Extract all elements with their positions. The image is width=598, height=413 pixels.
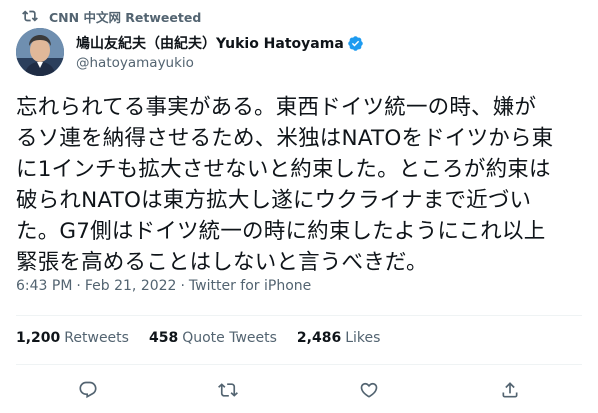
- tweet-line: 破られNATOは東方拡大し遂にウクライナまで近づい: [16, 188, 532, 213]
- tweet-date[interactable]: Feb 21, 2022: [85, 278, 177, 294]
- tweet-source[interactable]: Twitter for iPhone: [189, 278, 311, 294]
- divider: [16, 315, 582, 316]
- like-icon: [360, 382, 378, 398]
- retweets-stat[interactable]: 1,200 Retweets: [16, 330, 129, 346]
- like-button[interactable]: [355, 376, 383, 404]
- verified-badge-icon: [348, 35, 363, 51]
- reply-button[interactable]: [74, 376, 102, 404]
- divider: [16, 364, 582, 365]
- tweet-header: 鳩山友紀夫（由紀夫）Yukio Hatoyama @hatoyamayukio: [16, 27, 582, 77]
- quote-tweets-stat[interactable]: 458 Quote Tweets: [149, 330, 277, 346]
- meta-separator: ·: [180, 278, 185, 294]
- likes-count: 2,486: [296, 330, 342, 346]
- tweet-stats: 1,200 Retweets 458 Quote Tweets 2,486 Likes: [16, 330, 400, 346]
- tweet-line: 忘れられてる事実がある。東西ドイツ統一の時、嫌が: [16, 95, 537, 120]
- retweet-context-label: CNN 中文网 Retweeted: [49, 9, 202, 25]
- tweet-line: た。G7側はドイツ統一の時に約束したようにこれ以上: [16, 219, 546, 244]
- tweet-line: に1インチも拡大させないと約束した。ところが約束は: [16, 157, 551, 182]
- reply-icon: [79, 381, 97, 399]
- handle[interactable]: @hatoyamayukio: [76, 55, 364, 71]
- display-name[interactable]: 鳩山友紀夫（由紀夫）Yukio Hatoyama: [76, 33, 344, 53]
- retweets-count: 1,200: [16, 330, 61, 346]
- tweet-line: るソ連を納得させるため、米独はNATOをドイツから東: [16, 126, 554, 151]
- quotes-count: 458: [148, 330, 179, 346]
- likes-label: Likes: [345, 330, 381, 346]
- share-button[interactable]: [496, 376, 524, 404]
- retweet-icon: [218, 383, 238, 397]
- avatar[interactable]: [16, 28, 64, 76]
- retweet-icon: [22, 10, 38, 22]
- tweet-actions: [0, 376, 598, 404]
- likes-stat[interactable]: 2,486 Likes: [297, 330, 381, 346]
- quotes-label: Quote Tweets: [182, 330, 277, 346]
- share-icon: [502, 382, 518, 398]
- tweet-time[interactable]: 6:43 PM: [16, 278, 72, 294]
- tweet-text: 忘れられてる事実がある。東西ドイツ統一の時、嫌が るソ連を納得させるため、米独は…: [16, 92, 582, 278]
- retweet-button[interactable]: [214, 376, 242, 404]
- meta-separator: ·: [76, 278, 81, 294]
- retweets-label: Retweets: [64, 330, 129, 346]
- tweet-line: 緊張を高めることはしないと言うべきだ。: [16, 250, 428, 275]
- retweet-context[interactable]: CNN 中文网 Retweeted: [22, 7, 201, 25]
- tweet-meta: 6:43 PM · Feb 21, 2022 · Twitter for iPh…: [16, 278, 311, 294]
